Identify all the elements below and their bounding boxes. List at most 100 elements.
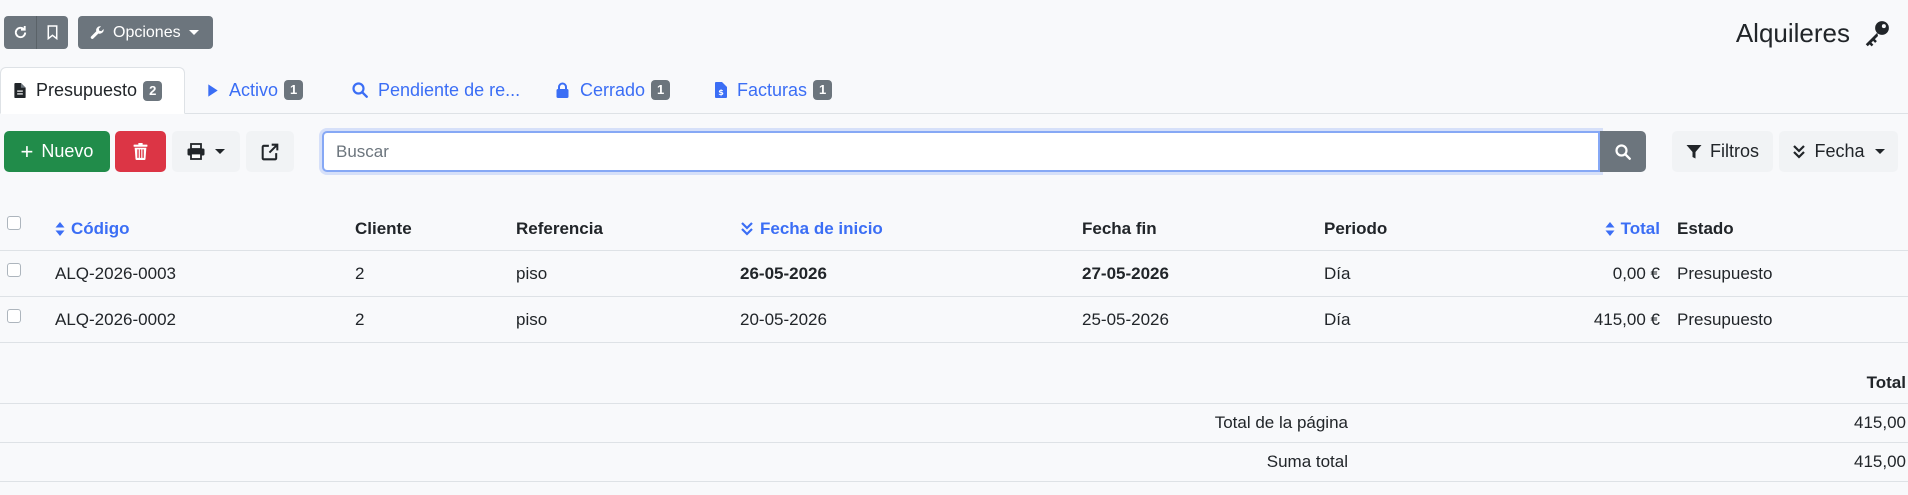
trash-icon — [133, 143, 148, 160]
lock-icon — [555, 82, 570, 98]
cell-reference: piso — [516, 309, 548, 329]
cell-start-date: 26-05-2026 — [740, 263, 827, 283]
column-header-state[interactable]: Estado — [1677, 208, 1734, 250]
open-external-button[interactable] — [246, 131, 294, 172]
search-input[interactable] — [322, 131, 1600, 172]
cell-state: Presupuesto — [1677, 309, 1773, 329]
cell-reference: piso — [516, 263, 548, 283]
rentals-table: Código Cliente Referencia Fecha de inici… — [0, 208, 1908, 343]
select-all-checkbox[interactable] — [7, 216, 21, 230]
count-badge: 2 — [143, 80, 163, 101]
status-tabs: Presupuesto 2 Activo 1 Pendiente de re..… — [0, 67, 1908, 114]
list-toolbar: + Nuevo Buscar Filtros Fecha — [0, 131, 1908, 173]
external-link-icon — [261, 143, 279, 160]
totals-row: Total de la página 415,00 — [0, 404, 1908, 443]
filters-label: Filtros — [1710, 141, 1759, 161]
chevron-down-icon — [1874, 149, 1885, 154]
totals-row-value: 415,00 — [1854, 452, 1906, 471]
row-checkbox-cell — [7, 251, 27, 296]
tab-label: Pendiente de re... — [378, 79, 521, 100]
cell-client: 2 — [355, 309, 365, 329]
table-row[interactable]: ALQ-2026-0002 2 piso 20-05-2026 25-05-20… — [0, 297, 1908, 343]
tab-label: Cerrado — [580, 79, 646, 100]
print-icon — [187, 143, 205, 160]
file-icon — [14, 83, 26, 98]
column-header-period[interactable]: Periodo — [1324, 208, 1387, 250]
cell-total: 415,00 € — [1593, 309, 1660, 329]
cell-start-date: 20-05-2026 — [740, 309, 827, 329]
select-all-checkbox-cell — [7, 208, 27, 250]
invoice-icon: $ — [715, 82, 727, 98]
top-button-group: Opciones — [4, 16, 213, 49]
tab-label: Activo — [229, 79, 279, 100]
tab-activo[interactable]: Activo 1 — [207, 67, 304, 113]
top-bar: Opciones Alquileres — [0, 0, 1908, 64]
column-label: Fecha de inicio — [760, 219, 883, 238]
table-row[interactable]: ALQ-2026-0003 2 piso 26-05-2026 27-05-20… — [0, 251, 1908, 297]
column-header-reference[interactable]: Referencia — [516, 208, 603, 250]
wrench-icon — [90, 26, 104, 39]
cell-end-date: 27-05-2026 — [1082, 263, 1169, 283]
key-icon — [1862, 18, 1892, 53]
column-header-start-date[interactable]: Fecha de inicio — [740, 208, 883, 250]
cell-end-date: 25-05-2026 — [1082, 309, 1169, 329]
tab-presupuesto[interactable]: Presupuesto 2 — [0, 67, 185, 114]
delete-button[interactable] — [115, 131, 166, 172]
chevron-down-icon — [215, 149, 225, 154]
bookmark-button[interactable] — [36, 16, 68, 49]
column-header-total[interactable]: Total — [1500, 208, 1660, 250]
chevron-down-icon — [188, 30, 199, 35]
filters-button[interactable]: Filtros — [1672, 131, 1773, 172]
column-label: Total — [1620, 219, 1660, 238]
reload-icon — [14, 25, 26, 39]
totals-table: Total Total de la página 415,00 Suma tot… — [0, 363, 1908, 482]
count-badge: 1 — [813, 80, 833, 100]
sort-icon — [55, 221, 65, 237]
double-chevron-down-icon — [1792, 144, 1806, 160]
row-checkbox-cell — [7, 297, 27, 342]
totals-row-label: Total de la página — [1214, 413, 1348, 432]
svg-text:$: $ — [718, 88, 724, 97]
search-button[interactable] — [1600, 131, 1646, 172]
new-button[interactable]: + Nuevo — [4, 131, 110, 172]
search-icon — [352, 82, 368, 98]
count-badge: 1 — [284, 80, 304, 100]
cell-code[interactable]: ALQ-2026-0003 — [55, 251, 176, 296]
column-label: Código — [71, 219, 130, 238]
tab-label: Presupuesto — [36, 80, 138, 100]
tab-cerrado[interactable]: Cerrado 1 — [555, 67, 671, 113]
totals-row-value: 415,00 — [1854, 413, 1906, 432]
play-icon — [207, 83, 219, 98]
column-header-end-date[interactable]: Fecha fin — [1082, 208, 1157, 250]
row-checkbox[interactable] — [7, 262, 21, 277]
order-by-date-dropdown[interactable]: Fecha — [1779, 131, 1898, 172]
sort-icon — [1605, 221, 1615, 237]
row-checkbox[interactable] — [7, 308, 21, 323]
reload-button[interactable] — [4, 16, 36, 49]
options-dropdown-button[interactable]: Opciones — [78, 16, 213, 49]
column-header-client[interactable]: Cliente — [355, 208, 412, 250]
count-badge: 1 — [651, 80, 671, 100]
cell-period: Día — [1324, 309, 1351, 329]
tab-pendiente[interactable]: Pendiente de re... — [352, 67, 520, 113]
options-label: Opciones — [113, 23, 181, 41]
totals-row-label: Suma total — [1266, 452, 1348, 471]
print-dropdown-button[interactable] — [172, 131, 240, 172]
totals-header: Total — [0, 363, 1908, 404]
page-title: Alquileres — [1735, 18, 1850, 48]
double-chevron-down-icon — [740, 221, 754, 237]
new-button-label: Nuevo — [41, 141, 94, 161]
cell-client: 2 — [355, 263, 365, 283]
filter-icon — [1686, 144, 1702, 160]
bookmark-icon — [47, 25, 58, 40]
cell-code[interactable]: ALQ-2026-0002 — [55, 297, 176, 342]
cell-total: 0,00 € — [1612, 263, 1660, 283]
date-sort-label: Fecha — [1814, 141, 1865, 161]
table-header: Código Cliente Referencia Fecha de inici… — [0, 208, 1908, 251]
tab-facturas[interactable]: $ Facturas 1 — [715, 67, 833, 113]
search-icon — [1615, 143, 1631, 160]
tab-label: Facturas — [737, 79, 808, 100]
plus-icon: + — [20, 138, 34, 164]
cell-period: Día — [1324, 263, 1351, 283]
column-header-code[interactable]: Código — [55, 208, 130, 250]
